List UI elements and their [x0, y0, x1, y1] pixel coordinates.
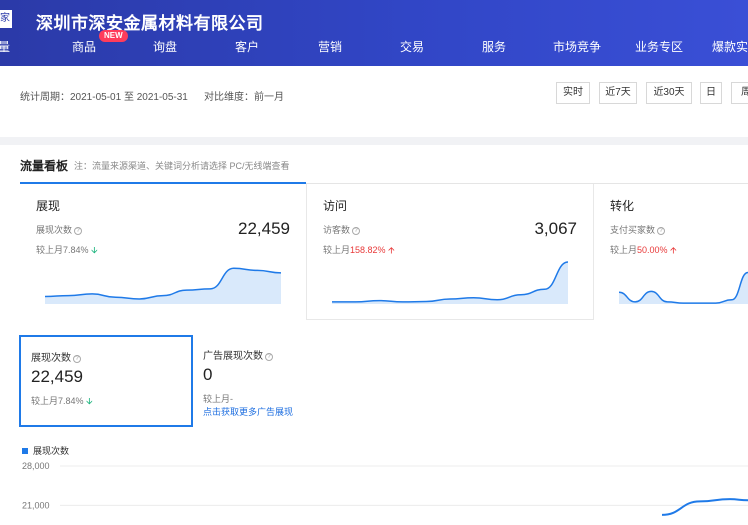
- sparkline-area: [45, 268, 281, 304]
- compare-value: 50.00%: [637, 245, 668, 255]
- compare-prefix: 较上月: [31, 396, 59, 406]
- indicator-compare: 较上月-: [203, 392, 233, 405]
- help-icon[interactable]: ?: [352, 227, 361, 235]
- indicator-title-text: 广告展现次数: [203, 351, 263, 362]
- indicator-compare: 较上月7.84% 🡫: [31, 394, 93, 410]
- compare-prefix: 较上月: [36, 245, 64, 255]
- metric-subtitle: 支付买家数?: [610, 223, 666, 236]
- indicator-title: 展现次数?: [31, 349, 81, 364]
- period-bar: 统计周期：2021-05-01 至 2021-05-31 对比维度：前一月 实时…: [0, 66, 748, 136]
- sparkline-visits: [332, 261, 569, 304]
- metric-subtitle: 展现次数?: [36, 223, 83, 236]
- sparkline-area: [332, 262, 568, 304]
- nav-item-market-competition[interactable]: 市场竞争: [553, 38, 601, 55]
- indicator-card-impressions[interactable]: 展现次数? 22,459 较上月7.84% 🡫: [19, 335, 193, 427]
- compare-value: 7.84%: [63, 245, 89, 255]
- arrow-down-icon: 🡫: [86, 396, 93, 406]
- stat-period-to: 至: [123, 92, 134, 103]
- company-name: 深圳市深安金属材料有限公司: [36, 14, 264, 33]
- last-30-days-button[interactable]: 近30天: [646, 82, 692, 104]
- section-divider: [0, 137, 748, 145]
- y-tick-label: 21,000: [22, 500, 50, 510]
- metric-subtitle-text: 支付买家数: [610, 225, 656, 235]
- get-more-ad-impressions-link[interactable]: 点击获取更多广告展现: [203, 405, 293, 418]
- arrow-up-icon: 🡩: [388, 245, 395, 255]
- compare-prefix: 较上月: [323, 245, 351, 255]
- dashboard-title: 流量看板: [20, 159, 69, 173]
- nav-item-flow[interactable]: 量: [0, 38, 10, 55]
- help-icon[interactable]: ?: [265, 353, 273, 361]
- compare-value: 7.84%: [58, 396, 84, 406]
- nav-item-hot-products[interactable]: 爆款实: [712, 38, 748, 55]
- compare-value: 158.82%: [350, 245, 386, 255]
- dashboard-note: 注：流量来源渠道、关键词分析请选择 PC/无线端查看: [74, 161, 290, 171]
- metric-value: 22,459: [238, 219, 290, 238]
- legend-swatch: [22, 448, 28, 454]
- nav-item-customers[interactable]: 客户: [235, 38, 259, 55]
- help-icon[interactable]: ?: [74, 227, 83, 235]
- nav-item-service[interactable]: 服务: [482, 38, 506, 55]
- nav-item-marketing[interactable]: 营销: [318, 38, 342, 55]
- metric-subtitle-text: 访客数: [323, 225, 351, 235]
- last-7-days-button[interactable]: 近7天: [599, 82, 637, 104]
- arrow-down-icon: 🡫: [91, 245, 98, 255]
- metric-card-visits[interactable]: 访问 访客数? 3,067 较上月158.82% 🡩: [307, 184, 594, 320]
- nav-item-trade[interactable]: 交易: [400, 38, 424, 55]
- nav-item-inquiry[interactable]: 询盘: [153, 38, 177, 55]
- compare-label: 对比维度：: [204, 92, 254, 103]
- metric-title: 展现: [36, 199, 61, 213]
- logo-chip: 家: [0, 10, 12, 28]
- y-tick-label: 28,000: [22, 461, 50, 471]
- metric-subtitle: 访客数?: [323, 223, 361, 236]
- indicator-card-ad-impressions[interactable]: 广告展现次数? 0 较上月- 点击获取更多广告展现: [193, 335, 393, 427]
- metric-title: 访问: [323, 199, 348, 213]
- stat-period: 统计周期：2021-05-01 至 2021-05-31: [20, 88, 188, 103]
- metric-title: 转化: [610, 199, 635, 213]
- metric-card-conversion[interactable]: 转化 支付买家数? 较上月50.00% 🡩: [594, 184, 748, 320]
- nav-item-business-zone[interactable]: 业务专区: [635, 38, 683, 55]
- stat-period-start: 2021-05-01: [70, 92, 122, 103]
- compare-prefix: 较上月: [610, 245, 638, 255]
- metric-subtitle-text: 展现次数: [36, 225, 73, 235]
- sparkline-impressions: [44, 267, 282, 304]
- sparkline-conversion: [618, 271, 748, 304]
- compare-dimension: 对比维度：前一月: [204, 88, 284, 103]
- help-icon[interactable]: ?: [657, 227, 666, 235]
- indicator-title-text: 展现次数: [31, 353, 71, 364]
- metric-value: 3,067: [534, 219, 577, 238]
- metric-card-impressions[interactable]: 展现 展现次数? 22,459 较上月7.84% 🡫: [20, 184, 307, 320]
- week-button[interactable]: 周: [731, 82, 748, 104]
- new-badge: NEW: [99, 30, 128, 42]
- help-icon[interactable]: ?: [73, 355, 81, 363]
- arrow-up-icon: 🡩: [670, 245, 677, 255]
- realtime-button[interactable]: 实时: [556, 82, 590, 104]
- indicator-value: 0: [203, 365, 213, 384]
- compare-prefix: 较上月: [203, 394, 231, 404]
- nav-item-products[interactable]: 商品: [72, 38, 96, 55]
- top-header: 家 深圳市深安金属材料有限公司 量 商品 询盘 客户 营销 交易 服务 市场竞争…: [0, 0, 748, 66]
- indicator-title: 广告展现次数?: [203, 347, 273, 362]
- sparkline-line: [618, 271, 748, 304]
- stat-period-label: 统计周期：: [20, 92, 70, 103]
- compare-value: -: [230, 394, 234, 404]
- day-button[interactable]: 日: [700, 82, 722, 104]
- compare-value[interactable]: 前一月: [254, 92, 284, 103]
- sparkline-area: [619, 272, 748, 304]
- trend-chart: 28,000 21,000: [22, 461, 748, 516]
- indicator-value: 22,459: [31, 367, 83, 386]
- series-line: [661, 498, 748, 516]
- stat-period-end: 2021-05-31: [136, 92, 188, 103]
